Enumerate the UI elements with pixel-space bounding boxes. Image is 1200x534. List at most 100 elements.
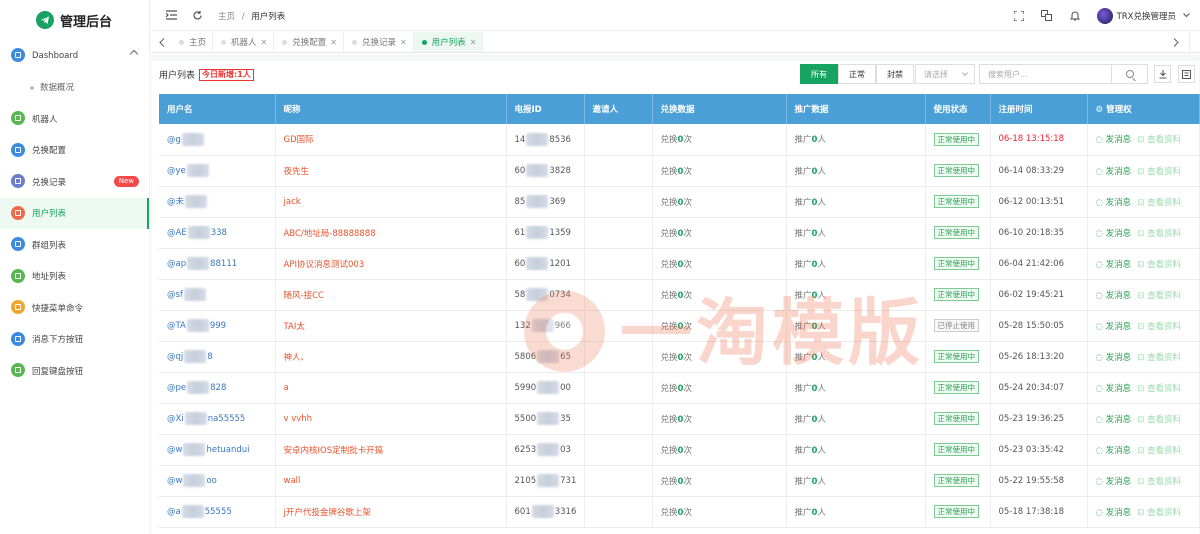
table-row[interactable]: @ye 夜先生 60 3828 兑换0次 推广0人 正常使用中 06-14 08:33:29 ◌…: [159, 155, 1200, 187]
search-input[interactable]: 搜索用户...: [979, 64, 1112, 84]
cell-username[interactable]: @w hetuandui: [159, 434, 276, 466]
send-message-link[interactable]: ◌ 发消息: [1096, 508, 1132, 518]
print-button[interactable]: [1178, 65, 1195, 83]
close-icon[interactable]: ✕: [261, 38, 268, 47]
table-row[interactable]: @ap 88111 API协议消息测试003 60 1201 兑换0次 推广0人 正常使用中 0…: [159, 248, 1200, 280]
menu-collapse-icon[interactable]: [165, 9, 177, 21]
cell-username[interactable]: @qj 8: [159, 341, 276, 373]
table-row[interactable]: @sf 随风-接CC 58 0734 兑换0次 推广0人 正常使用中 06-02 19:45:…: [159, 279, 1200, 311]
column-header[interactable]: 昵称: [275, 94, 507, 124]
table-row[interactable]: @g GD国际 14 8536 兑换0次 推广0人 正常使用中 06-18 13:15:18 ◌…: [159, 124, 1200, 156]
column-header[interactable]: 推广数据: [786, 94, 926, 124]
tabs-prev-icon[interactable]: [156, 36, 168, 48]
download-button[interactable]: [1154, 65, 1171, 83]
view-profile-link[interactable]: ⊡ 查看资料: [1137, 477, 1181, 487]
close-icon[interactable]: ✕: [330, 38, 337, 47]
send-message-link[interactable]: ◌ 发消息: [1096, 415, 1132, 425]
chevron-up-icon[interactable]: [129, 49, 139, 59]
send-message-link[interactable]: ◌ 发消息: [1096, 384, 1132, 394]
table-row[interactable]: @a 55555 j开户代投金牌谷歌上架 601 3316 兑换0次 推广0人 正常使用中 05…: [159, 496, 1200, 528]
view-profile-link[interactable]: ⊡ 查看资料: [1137, 322, 1181, 332]
tab-4[interactable]: 用户列表 ✕: [413, 32, 484, 52]
cell-username[interactable]: @g: [159, 124, 276, 156]
view-profile-link[interactable]: ⊡ 查看资料: [1137, 353, 1181, 363]
sidebar-item-6[interactable]: 群组列表: [0, 229, 149, 261]
send-message-link[interactable]: ◌ 发消息: [1096, 353, 1132, 363]
send-message-link[interactable]: ◌ 发消息: [1096, 135, 1132, 145]
view-profile-link[interactable]: ⊡ 查看资料: [1137, 508, 1181, 518]
sidebar-item-1[interactable]: 数据概况: [0, 72, 149, 104]
column-header[interactable]: 邀请人: [584, 94, 653, 124]
bell-icon[interactable]: [1069, 10, 1081, 22]
cell-username[interactable]: @未: [159, 186, 276, 218]
sidebar-item-4[interactable]: 兑换记录 New: [0, 166, 149, 198]
filter-normal-button[interactable]: 正常: [838, 64, 876, 84]
table-row[interactable]: @qj 8 神人、 5806 65 兑换0次 推广0人 正常使用中 05-26 18:13:20…: [159, 341, 1200, 373]
view-profile-link[interactable]: ⊡ 查看资料: [1137, 260, 1181, 270]
cell-username[interactable]: @ap 88111: [159, 248, 276, 280]
table-row[interactable]: @TA 999 TAI太 132 966 兑换0次 推广0人 已停止使用 05-28 15:50…: [159, 310, 1200, 342]
select-dropdown[interactable]: 请选择: [915, 64, 975, 84]
table-row[interactable]: @w oo wall 2105 731 兑换0次 推广0人 正常使用中 05-22 19:55:…: [159, 465, 1200, 497]
send-message-link[interactable]: ◌ 发消息: [1096, 260, 1132, 270]
column-header[interactable]: ⚙ 管理权: [1087, 94, 1200, 124]
chevron-down-icon[interactable]: [1180, 10, 1192, 22]
view-profile-link[interactable]: ⊡ 查看资料: [1137, 446, 1181, 456]
send-message-link[interactable]: ◌ 发消息: [1096, 477, 1132, 487]
logo[interactable]: 管理后台: [0, 0, 149, 40]
view-profile-link[interactable]: ⊡ 查看资料: [1137, 291, 1181, 301]
send-message-link[interactable]: ◌ 发消息: [1096, 229, 1132, 239]
tab-1[interactable]: 机器人 ✕: [213, 32, 275, 52]
column-header[interactable]: 电报ID: [506, 94, 585, 124]
cell-username[interactable]: @TA 999: [159, 310, 276, 342]
breadcrumb-home[interactable]: 主页: [218, 12, 235, 22]
close-icon[interactable]: ✕: [400, 38, 407, 47]
tab-2[interactable]: 兑换配置 ✕: [274, 32, 344, 52]
cell-username[interactable]: @AE 338: [159, 217, 276, 249]
column-header[interactable]: 使用状态: [925, 94, 991, 124]
tabs-next-icon[interactable]: [1170, 36, 1182, 48]
view-profile-link[interactable]: ⊡ 查看资料: [1137, 384, 1181, 394]
view-profile-link[interactable]: ⊡ 查看资料: [1137, 229, 1181, 239]
column-header[interactable]: 兑换数据: [652, 94, 787, 124]
search-button[interactable]: [1111, 64, 1148, 84]
sidebar-item-9[interactable]: 消息下方按钮: [0, 324, 149, 356]
table-row[interactable]: @pe 828 a 5990 00 兑换0次 推广0人 正常使用中 05-24 20:34:07…: [159, 372, 1200, 404]
send-message-link[interactable]: ◌ 发消息: [1096, 198, 1132, 208]
cell-username[interactable]: @ye: [159, 155, 276, 187]
sidebar-item-10[interactable]: 回复键盘按钮: [0, 355, 149, 387]
table-row[interactable]: @AE 338 ABC/地址局-88888888 61 1359 兑换0次 推广0人 正常使用…: [159, 217, 1200, 249]
tab-0[interactable]: 主页: [171, 32, 214, 52]
table-row[interactable]: @未 jack 85 369 兑换0次 推广0人 正常使用中 06-12 00:13:51 ◌ …: [159, 186, 1200, 218]
cell-username[interactable]: @sf: [159, 279, 276, 311]
send-message-link[interactable]: ◌ 发消息: [1096, 322, 1132, 332]
view-profile-link[interactable]: ⊡ 查看资料: [1137, 415, 1181, 425]
cell-username[interactable]: @pe 828: [159, 372, 276, 404]
column-header[interactable]: 注册时间: [990, 94, 1088, 124]
send-message-link[interactable]: ◌ 发消息: [1096, 291, 1132, 301]
filter-all-button[interactable]: 所有: [800, 64, 838, 84]
send-message-link[interactable]: ◌ 发消息: [1096, 446, 1132, 456]
sidebar-item-5[interactable]: 用户列表: [0, 197, 149, 229]
cell-username[interactable]: @Xi na55555: [159, 403, 276, 435]
close-icon[interactable]: ✕: [470, 38, 477, 47]
fullscreen-icon[interactable]: [1013, 10, 1025, 22]
view-profile-link[interactable]: ⊡ 查看资料: [1137, 135, 1181, 145]
sidebar-item-0[interactable]: Dashboard: [0, 40, 149, 72]
translate-icon[interactable]: [1041, 10, 1053, 22]
view-profile-link[interactable]: ⊡ 查看资料: [1137, 167, 1181, 177]
refresh-icon[interactable]: [191, 9, 203, 21]
view-profile-link[interactable]: ⊡ 查看资料: [1137, 198, 1181, 208]
user-name[interactable]: TRX兑换管理员: [1117, 10, 1176, 22]
table-row[interactable]: @Xi na55555 v vvhh 5500 35 兑换0次 推广0人 正常使用中 05-23…: [159, 403, 1200, 435]
table-row[interactable]: @w hetuandui 安卓内核IOS定制批卡开搞 6253 03 兑换0次 推广0人 正常…: [159, 434, 1200, 466]
filter-banned-button[interactable]: 封禁: [876, 64, 914, 84]
column-header[interactable]: 用户名: [159, 94, 276, 124]
avatar[interactable]: [1096, 7, 1113, 24]
tab-3[interactable]: 兑换记录 ✕: [344, 32, 414, 52]
cell-username[interactable]: @a 55555: [159, 496, 276, 528]
sidebar-item-8[interactable]: 快捷菜单命令: [0, 292, 149, 324]
cell-username[interactable]: @w oo: [159, 465, 276, 497]
sidebar-item-3[interactable]: 兑换配置: [0, 135, 149, 167]
send-message-link[interactable]: ◌ 发消息: [1096, 167, 1132, 177]
